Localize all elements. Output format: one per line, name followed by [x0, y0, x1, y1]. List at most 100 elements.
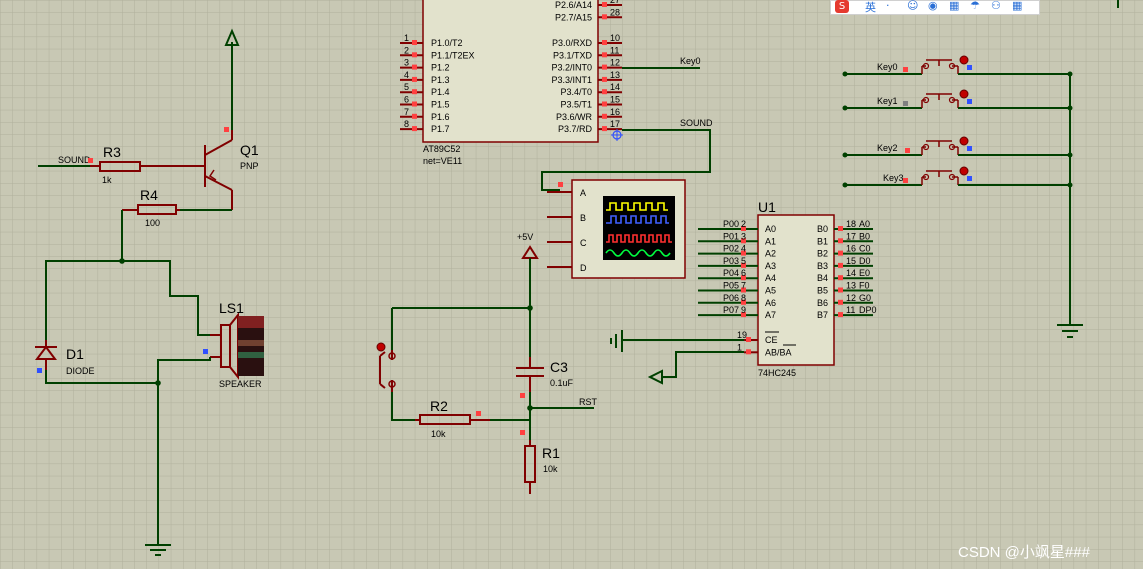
u1-pin-label: B3	[817, 261, 828, 271]
r2-value: 10k	[431, 429, 446, 439]
u1-net-label: B0	[859, 231, 870, 241]
mcu-pin-num: 5	[404, 82, 409, 92]
mcu-pin-num: 28	[610, 7, 620, 17]
u1-pin-num: 15	[846, 256, 856, 266]
scope-channel-c: C	[580, 238, 587, 248]
u1-pin-num: 18	[846, 219, 856, 229]
u1-pin-num: 2	[741, 219, 746, 229]
mcu-pin-num: 7	[404, 107, 409, 117]
net-label-key0: Key0	[680, 56, 701, 66]
ime-toolbar-item[interactable]: ☺	[907, 0, 918, 12]
mcu-pin-label: P3.2/INT0	[551, 63, 592, 73]
u1-pin-num: 7	[741, 281, 746, 291]
u1-pin-num: 1	[737, 342, 742, 352]
u1-ref: U1	[758, 199, 776, 215]
u1-net-label: P04	[723, 268, 739, 278]
ime-toolbar-item[interactable]: ▦	[1012, 0, 1022, 12]
u1-pin-label: B2	[817, 249, 828, 259]
key-label: Key3	[883, 173, 904, 183]
u1-pin-num: 4	[741, 244, 746, 254]
u1-pin-num: 8	[741, 293, 746, 303]
u1-pin-num: 13	[846, 281, 856, 291]
ime-toolbar-item[interactable]: ◉	[928, 0, 938, 12]
mcu-name: AT89C52	[423, 144, 460, 154]
mcu-pin-num: 13	[610, 70, 620, 80]
mcu-at89c52[interactable]: 1 P1.0/T2 2 P1.1/T2EX 3 P1.2 4 P1.3 5 P1.4 6 P1.5 7 P…	[400, 0, 622, 166]
ls1-ref: LS1	[219, 300, 244, 316]
u1-pin-label: A5	[765, 286, 776, 296]
mcu-pin-label: P3.7/RD	[558, 124, 593, 134]
u1-pin-num: 11	[846, 305, 855, 315]
u1-net-label: P01	[723, 231, 739, 241]
q1-ref: Q1	[240, 142, 259, 158]
u1-pin-label: B0	[817, 224, 828, 234]
scope-channel-b: B	[580, 213, 586, 223]
schematic-canvas[interactable]: 1 P1.0/T22 P1.1/T2EX3 P1.24 P1.35 P1.46 P1.57 P…	[0, 0, 1143, 569]
scope-channel-a: A	[580, 188, 586, 198]
u1-net-label: G0	[859, 293, 871, 303]
ime-toolbar-item[interactable]: ☂	[970, 0, 980, 12]
key-label: Key2	[877, 143, 898, 153]
mcu-pin-label: P1.5	[431, 100, 450, 110]
mcu-pin-label: P3.4/T0	[560, 87, 592, 97]
mcu-pin-label: P1.3	[431, 75, 450, 85]
u1-pin-num: 12	[846, 293, 856, 303]
mcu-pin-num: 15	[610, 95, 620, 105]
mcu-pin-num: 2	[404, 45, 409, 55]
mcu-pin-num: 4	[404, 70, 409, 80]
mcu-pin-num: 1	[404, 33, 409, 43]
r2-ref: R2	[430, 398, 448, 414]
mcu-pin-num: 10	[610, 33, 620, 43]
d1-type: DIODE	[66, 366, 95, 376]
ls1-type: SPEAKER	[219, 379, 262, 389]
mcu-pin-label: P1.1/T2EX	[431, 50, 475, 60]
u1-pin-label: A6	[765, 298, 776, 308]
mcu-pin-num: 16	[610, 107, 620, 117]
ime-toolbar-item[interactable]: ⚇	[991, 0, 1001, 12]
u1-pin-num: 9	[741, 305, 746, 315]
ime-toolbar-item[interactable]: 英	[865, 0, 876, 15]
u1-pin-num: 17	[846, 231, 856, 241]
key-label: Key0	[877, 62, 898, 72]
u1-net-label: P07	[723, 305, 739, 315]
u1-pin-label: A2	[765, 249, 776, 259]
u1-pin-num: 6	[741, 268, 746, 278]
net-label-sound-in: SOUND	[58, 155, 91, 165]
mcu-pin-num: 11	[610, 45, 619, 55]
ime-toolbar-item[interactable]: ▦	[949, 0, 959, 12]
r4-ref: R4	[140, 187, 158, 203]
ime-toolbar-item[interactable]: ·	[886, 0, 890, 12]
u1-pin-label: AB/BA	[765, 347, 792, 357]
mcu-pin-label: P2.7/A15	[555, 12, 592, 22]
u1-pin-num: 16	[846, 244, 856, 254]
mcu-pin-label: P1.6	[431, 112, 450, 122]
mcu-pin-label: P3.3/INT1	[551, 75, 592, 85]
u1-pin-label: A3	[765, 261, 776, 271]
u1-net-label: P03	[723, 256, 739, 266]
u1-pin-label: B7	[817, 310, 828, 320]
u1-pin-label: B6	[817, 298, 828, 308]
u1-net-label: F0	[859, 281, 870, 291]
u1-net-label: P05	[723, 281, 739, 291]
mcu-pin-label: P3.0/RXD	[552, 38, 593, 48]
mcu-net: net=VE11	[423, 156, 462, 166]
ime-toolbar[interactable]: S 英 · ☺ ◉ ▦ ☂ ⚇ ▦	[830, 0, 1040, 15]
u1-pin-label: CE	[765, 335, 778, 345]
u1-net-label: D0	[859, 256, 871, 266]
ime-logo-icon[interactable]: S	[835, 0, 849, 13]
u1-pin-num: 5	[741, 256, 746, 266]
c3-value: 0.1uF	[550, 378, 574, 388]
u1-pin-label: A4	[765, 273, 776, 283]
u1-pin-label: A1	[765, 236, 776, 246]
mcu-pin-num: 27	[610, 0, 620, 5]
watermark: CSDN @小飒星###	[958, 544, 1090, 561]
u1-pin-label: B1	[817, 236, 828, 246]
u1-pin-label: A0	[765, 224, 776, 234]
mcu-pin-label: P3.6/WR	[556, 112, 593, 122]
u1-net-label: E0	[859, 268, 870, 278]
mcu-pin-label: P3.1/TXD	[553, 50, 593, 60]
u1-pin-num: 3	[741, 231, 746, 241]
vcc-label: +5V	[517, 232, 533, 242]
c3-ref: C3	[550, 359, 568, 375]
u1-pin-label: B4	[817, 273, 828, 283]
